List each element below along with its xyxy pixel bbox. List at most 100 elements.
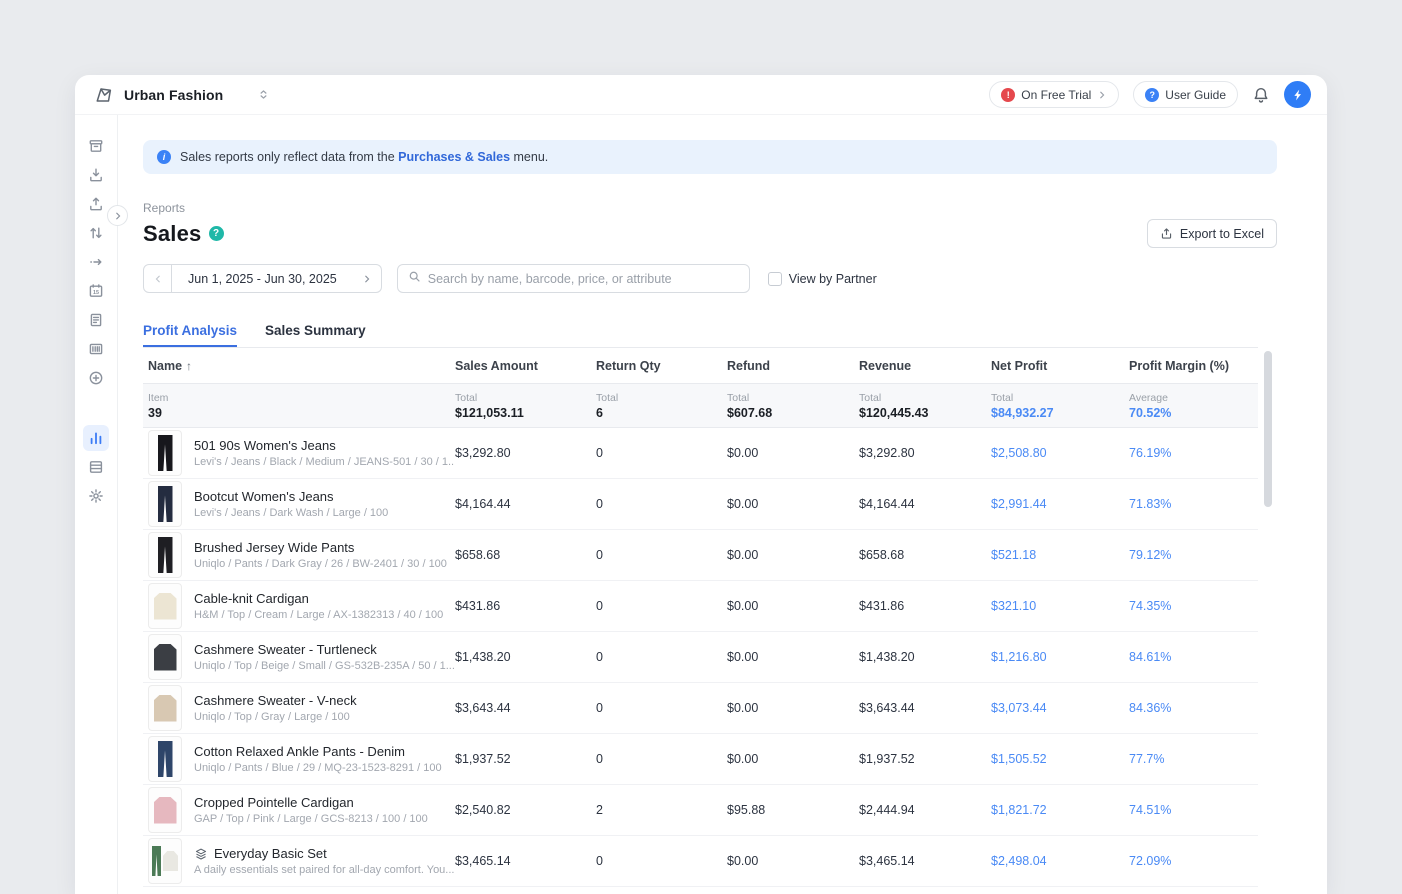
cell-revenue: $1,937.52 [859,752,991,766]
prev-period-button[interactable] [143,264,172,293]
product-attributes: A daily essentials set paired for all-da… [194,864,454,876]
export-to-excel-button[interactable]: Export to Excel [1147,219,1277,248]
cell-sales-amount: $3,465.14 [455,854,596,868]
table-row[interactable]: Cashmere Sweater - V-neckUniqlo / Top / … [143,683,1258,734]
cell-revenue: $1,438.20 [859,650,991,664]
product-name: Cashmere Sweater - V-neck [194,693,357,708]
table-scrollbar[interactable] [1264,351,1272,507]
user-guide-label: User Guide [1165,88,1226,102]
info-banner: i Sales reports only reflect data from t… [143,140,1277,174]
column-header-return-qty: Return Qty [596,359,727,373]
cell-net-profit: $1,505.52 [991,752,1129,766]
cell-refund: $0.00 [727,497,859,511]
cell-net-profit: $1,821.72 [991,803,1129,817]
export-label: Export to Excel [1180,227,1264,241]
sidebar-item-analytics[interactable] [83,425,109,451]
product-attributes: GAP / Top / Pink / Large / GCS-8213 / 10… [194,813,428,825]
sidebar-item-items[interactable] [83,133,109,159]
cell-profit-margin: 76.19% [1129,446,1258,460]
cell-return-qty: 0 [596,497,727,511]
sidebar-item-barcode[interactable] [83,336,109,362]
svg-text:15: 15 [93,290,99,296]
sidebar-expand-button[interactable] [107,205,128,226]
table-row[interactable]: Cotton Relaxed Ankle Pants - DenimUniqlo… [143,734,1258,785]
search-box [397,264,750,293]
product-attributes: Uniqlo / Top / Beige / Small / GS-532B-2… [194,660,455,672]
free-trial-button[interactable]: ! On Free Trial [989,81,1119,108]
cell-refund: $0.00 [727,854,859,868]
cell-return-qty: 0 [596,701,727,715]
sidebar-item-transactions[interactable] [83,307,109,333]
cell-refund: $0.00 [727,548,859,562]
cell-refund: $95.88 [727,803,859,817]
table-header-row: Name↑Sales AmountReturn QtyRefundRevenue… [143,348,1258,384]
cell-return-qty: 0 [596,548,727,562]
product-thumbnail [148,532,182,578]
cell-profit-margin: 84.61% [1129,650,1258,664]
tab-profit-analysis[interactable]: Profit Analysis [143,323,237,347]
summary-cell: Average70.52% [1129,392,1258,420]
cell-sales-amount: $1,438.20 [455,650,596,664]
cell-sales-amount: $658.68 [455,548,596,562]
cell-refund: $0.00 [727,752,859,766]
table-row[interactable]: Brushed Jersey Wide PantsUniqlo / Pants … [143,530,1258,581]
cell-profit-margin: 74.35% [1129,599,1258,613]
product-attributes: H&M / Top / Cream / Large / AX-1382313 /… [194,609,443,621]
app-window: Urban Fashion ! On Free Trial ? User Gui… [75,75,1327,894]
sidebar-item-stock-out[interactable] [83,191,109,217]
cell-net-profit: $2,498.04 [991,854,1129,868]
sidebar-item-add[interactable] [83,365,109,391]
cell-sales-amount: $2,540.82 [455,803,596,817]
column-header-name[interactable]: Name↑ [143,359,455,373]
cell-revenue: $431.86 [859,599,991,613]
sidebar-item-scheduled[interactable]: 15 [83,278,109,304]
cell-sales-amount: $431.86 [455,599,596,613]
cell-net-profit: $3,073.44 [991,701,1129,715]
user-guide-button[interactable]: ? User Guide [1133,81,1238,108]
column-header-profit-margin-: Profit Margin (%) [1129,359,1258,373]
table-row[interactable]: Bootcut Women's JeansLevi's / Jeans / Da… [143,479,1258,530]
table-row[interactable]: Cropped Pointelle CardiganGAP / Top / Pi… [143,785,1258,836]
table-row[interactable]: Cable-knit Cardigan H&M / Top / Cream / L… [143,581,1258,632]
next-period-button[interactable] [353,264,382,293]
sidebar-item-settings[interactable] [83,483,109,509]
cell-profit-margin: 79.12% [1129,548,1258,562]
summary-cell: Total$120,445.43 [859,392,991,420]
account-avatar[interactable] [1284,81,1311,108]
cell-refund: $0.00 [727,599,859,613]
sidebar-item-move[interactable] [83,220,109,246]
company-switcher-icon[interactable] [258,88,269,101]
cell-revenue: $2,444.94 [859,803,991,817]
search-input[interactable] [428,272,739,286]
cell-return-qty: 0 [596,854,727,868]
summary-cell: Total6 [596,392,727,420]
cell-return-qty: 0 [596,752,727,766]
table-row[interactable]: Cashmere Sweater - TurtleneckUniqlo / To… [143,632,1258,683]
breadcrumb: Reports [143,201,1277,215]
tab-sales-summary[interactable]: Sales Summary [265,323,366,347]
table-row[interactable]: 501 90s Women's JeansLevi's / Jeans / Bl… [143,428,1258,479]
cell-profit-margin: 74.51% [1129,803,1258,817]
page-title: Sales [143,221,202,247]
notifications-bell-icon[interactable] [1252,86,1270,104]
tabs: Profit Analysis Sales Summary [143,323,1277,347]
date-range-label[interactable]: Jun 1, 2025 - Jun 30, 2025 [172,264,353,293]
product-name: Cable-knit Cardigan [194,591,443,606]
product-name: Brushed Jersey Wide Pants [194,540,447,555]
sidebar-item-stock-in[interactable] [83,162,109,188]
help-circle-icon[interactable]: ? [209,226,224,241]
cell-return-qty: 0 [596,650,727,664]
purchases-sales-link[interactable]: Purchases & Sales [398,150,510,164]
date-range-picker: Jun 1, 2025 - Jun 30, 2025 [143,264,382,293]
cell-refund: $0.00 [727,701,859,715]
product-thumbnail [148,685,182,731]
cell-profit-margin: 72.09% [1129,854,1258,868]
sidebar-item-adjust[interactable] [83,249,109,275]
checkbox-box[interactable] [768,272,782,286]
summary-cell: Total$84,932.27 [991,392,1129,420]
column-header-net-profit: Net Profit [991,359,1129,373]
table-row[interactable]: Everyday Basic SetA daily essentials set… [143,836,1258,887]
company-name[interactable]: Urban Fashion [124,87,223,103]
view-by-partner-checkbox[interactable]: View by Partner [768,272,877,286]
sidebar-item-data[interactable] [83,454,109,480]
